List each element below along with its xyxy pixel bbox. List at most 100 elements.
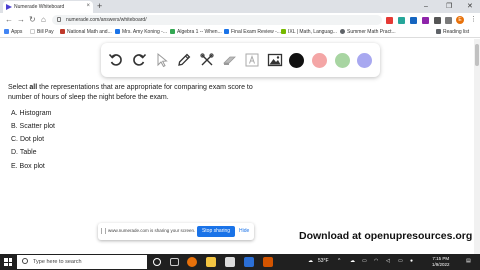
color-green-swatch[interactable] (335, 53, 350, 68)
browser-menu-icon[interactable]: ⋮ (470, 15, 477, 23)
numerade-favicon-icon (6, 4, 12, 10)
back-button[interactable]: ← (5, 14, 13, 26)
question-prefix: Select (8, 84, 30, 91)
tab-close-icon[interactable]: × (86, 3, 90, 9)
clock-date: 1/9/2022 (432, 262, 450, 267)
option-c: C. Dot plot (11, 136, 45, 143)
redo-icon[interactable] (129, 50, 149, 70)
bookmark-label: Algebra 1 -- When... (177, 29, 222, 35)
home-button[interactable]: ⌂ (41, 14, 46, 26)
bookmark-label: Bill Pay (37, 29, 54, 35)
bookmark-favicon-icon (340, 29, 345, 34)
bookmark-favicon-icon (115, 29, 120, 34)
bookmark-final-exam-review[interactable]: Final Exam Review -... (224, 28, 281, 37)
color-black-swatch[interactable] (289, 53, 304, 68)
wifi-icon[interactable]: ◠ (374, 258, 378, 264)
tray-chevron-icon[interactable]: ^ (338, 258, 340, 264)
tab-title: Numerade Whiteboard (14, 4, 65, 10)
taskbar-search-placeholder: Type here to search (33, 259, 82, 265)
image-icon[interactable] (265, 50, 285, 70)
minimize-button[interactable]: – (424, 1, 428, 12)
windows-start-icon[interactable] (4, 258, 12, 266)
stop-sharing-button[interactable]: Stop sharing (197, 226, 235, 237)
new-tab-button[interactable]: + (97, 1, 102, 12)
bookmark-label: Final Exam Review -... (231, 29, 282, 35)
color-purple-swatch[interactable] (357, 53, 372, 68)
eraser-icon[interactable] (220, 50, 240, 70)
bookmark-mrs-amy-koning[interactable]: Mrs. Amy Koning -... (115, 28, 167, 37)
chrome-tray-icon[interactable]: ● (410, 258, 413, 264)
text-box-icon[interactable] (242, 50, 262, 70)
url-text: numerade.com/answers/whiteboard/ (66, 17, 147, 23)
file-explorer-icon[interactable] (206, 257, 216, 267)
whiteboard-toolbar (101, 43, 380, 77)
weather-temperature[interactable]: 53°F (318, 258, 329, 264)
bookmarks-bar: Apps Bill Pay National Math and... Mrs. … (0, 27, 480, 38)
option-e: E. Box plot (11, 163, 45, 170)
option-a: A. Histogram (11, 110, 52, 117)
screen-share-bar: www.numerade.com is sharing your screen.… (98, 223, 254, 240)
extension-icon[interactable] (422, 17, 429, 24)
whiteboard-page: Select all the representations that are … (0, 39, 474, 257)
pen-icon[interactable] (174, 50, 194, 70)
cloud-icon[interactable]: ☁ (350, 258, 355, 264)
battery-icon[interactable]: ▭ (398, 258, 403, 264)
extension-icon[interactable] (386, 17, 393, 24)
drag-handle-icon[interactable] (101, 228, 106, 234)
app-icon[interactable] (263, 257, 273, 267)
undo-icon[interactable] (106, 50, 126, 70)
bookmark-national-math[interactable]: National Math and... (60, 28, 112, 37)
puzzle-extensions-icon[interactable] (434, 17, 441, 24)
bookmark-favicon-icon (224, 29, 229, 34)
profile-avatar[interactable]: E (456, 16, 464, 24)
extension-icon[interactable] (410, 17, 417, 24)
tab-numerade-whiteboard[interactable]: Numerade Whiteboard × (3, 1, 93, 13)
apps-grid-icon (4, 29, 9, 34)
question-suffix: the representations that are appropriate… (8, 84, 253, 101)
cortana-icon[interactable] (153, 258, 161, 266)
bookmark-apps[interactable]: Apps (4, 28, 22, 37)
bookmark-ixl[interactable]: IXL | Math, Languag... (281, 28, 337, 37)
hide-button[interactable]: Hide (239, 228, 249, 234)
option-d: D. Table (11, 149, 37, 156)
bookmark-label: National Math and... (67, 29, 112, 35)
bookmark-favicon-icon (60, 29, 65, 34)
network-icon[interactable]: ▭ (362, 258, 367, 264)
reading-list-label: Reading list (443, 29, 470, 35)
bookmark-label: Mrs. Amy Koning -... (122, 29, 168, 35)
reload-button[interactable]: ↻ (29, 14, 36, 26)
volume-icon[interactable]: ◁ (386, 258, 390, 264)
bookmark-favicon-icon (30, 29, 35, 34)
bookmark-summer-math[interactable]: Summer Math Pract... (340, 28, 396, 37)
pointer-icon[interactable] (152, 50, 172, 70)
store-icon[interactable] (225, 257, 235, 267)
bookmark-favicon-icon (281, 29, 286, 34)
bookmark-label: Summer Math Pract... (347, 29, 396, 35)
browser-tabstrip: Numerade Whiteboard × + – ❐ ✕ (0, 0, 480, 13)
chrome-taskbar-icon[interactable] (187, 257, 197, 267)
bookmark-favicon-icon (170, 29, 175, 34)
bookmark-label: Apps (11, 29, 23, 35)
extension-icon[interactable] (398, 17, 405, 24)
download-watermark: Download at openupresources.org (299, 230, 473, 242)
maximize-button[interactable]: ❐ (446, 1, 452, 12)
extension-icon[interactable] (445, 17, 452, 24)
reading-list-icon (436, 29, 441, 34)
bookmark-algebra-1[interactable]: Algebra 1 -- When... (170, 28, 222, 37)
bookmark-bill-pay[interactable]: Bill Pay (30, 28, 54, 37)
taskbar-search-box[interactable]: Type here to search (17, 255, 147, 269)
close-window-button[interactable]: ✕ (467, 1, 473, 12)
forward-button[interactable]: → (17, 14, 25, 26)
task-view-icon[interactable] (170, 258, 179, 266)
address-bar[interactable]: numerade.com/answers/whiteboard/ (52, 15, 382, 25)
notifications-icon[interactable]: ▤ (466, 258, 471, 264)
reading-list-button[interactable]: Reading list (436, 28, 469, 37)
scrollbar-thumb[interactable] (475, 44, 479, 66)
option-b: B. Scatter plot (11, 123, 55, 130)
taskbar-clock[interactable]: 7:15 PM 1/9/2022 (432, 256, 450, 268)
edge-icon[interactable] (244, 257, 254, 267)
color-pink-swatch[interactable] (312, 53, 327, 68)
vertical-scrollbar[interactable] (474, 39, 480, 257)
tools-icon[interactable] (197, 50, 217, 70)
weather-icon[interactable]: ☁ (308, 258, 313, 264)
